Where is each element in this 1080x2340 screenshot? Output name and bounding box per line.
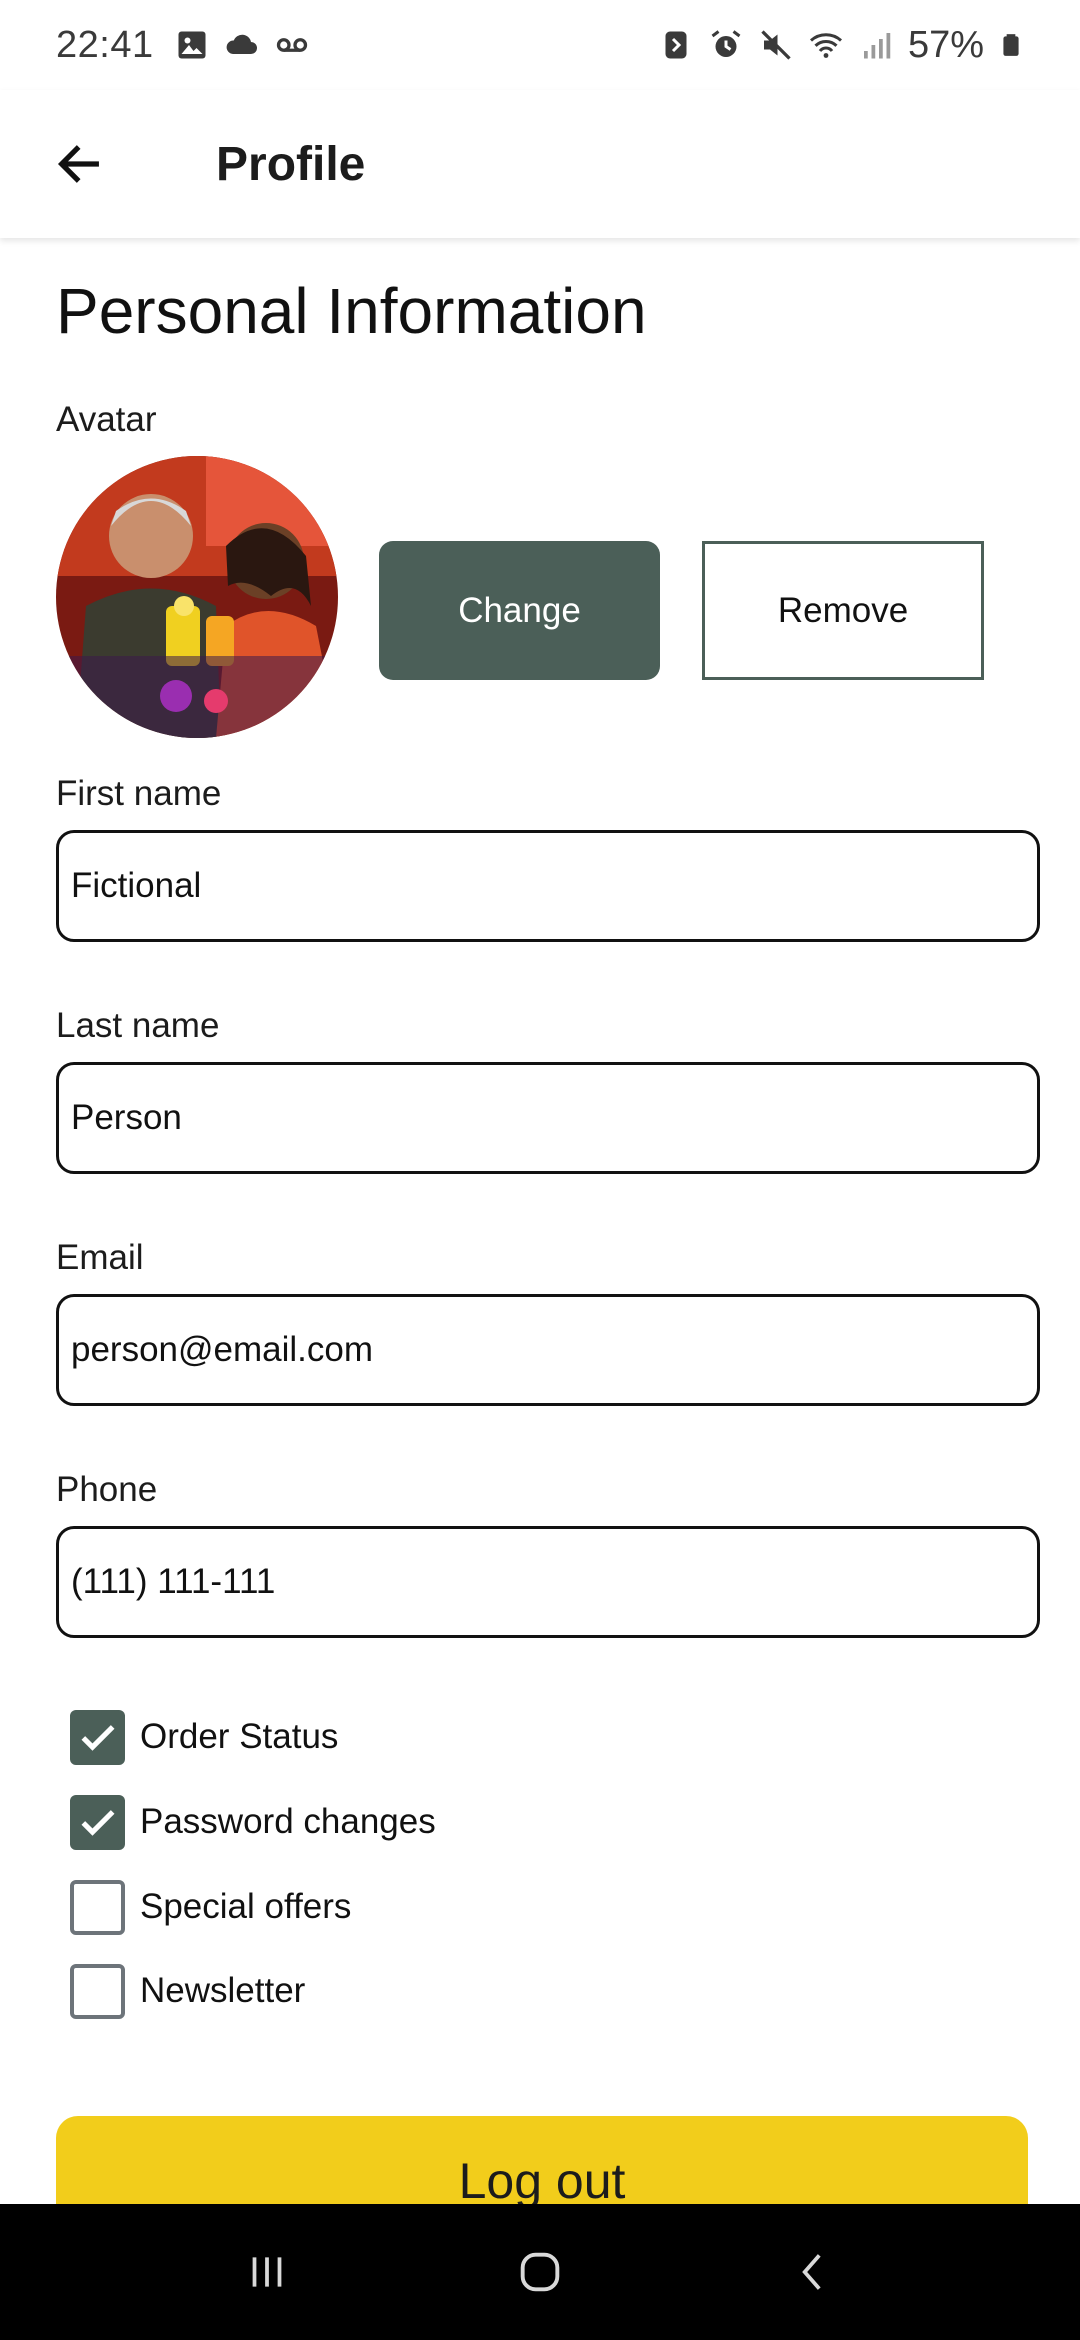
signal-icon xyxy=(863,33,891,59)
battery-percent: 57% xyxy=(907,23,984,66)
checkbox-label: Password changes xyxy=(140,1802,436,1841)
voicemail-icon xyxy=(276,38,307,52)
phone-field[interactable]: (111) 111-111 xyxy=(56,1526,1040,1638)
checkbox-special-offers[interactable]: Special offers xyxy=(70,1877,351,1937)
email-label: Email xyxy=(56,1238,144,1277)
checkbox-box[interactable] xyxy=(70,1709,125,1765)
last-name-field[interactable]: Person xyxy=(56,1062,1040,1174)
change-avatar-button[interactable]: Change xyxy=(379,541,660,680)
recents-icon xyxy=(252,2257,282,2287)
app-bar: Profile xyxy=(0,90,1080,238)
section-title: Personal Information xyxy=(56,275,647,347)
first-name-label: First name xyxy=(56,774,222,813)
avatar-label: Avatar xyxy=(56,400,157,439)
screen: 22:41 57% Profile Personal Information A… xyxy=(0,0,1080,2340)
status-bar: 22:41 57% xyxy=(0,0,1080,90)
battery-icon xyxy=(1003,34,1019,56)
avatar xyxy=(56,456,338,738)
nav-back-button[interactable] xyxy=(768,2227,858,2317)
checkmark-icon xyxy=(81,1725,114,1751)
home-icon xyxy=(520,2252,560,2292)
cloud-icon xyxy=(226,34,257,54)
nfc-icon xyxy=(665,31,687,59)
first-name-field[interactable]: Fictional xyxy=(56,830,1040,942)
mute-icon xyxy=(761,30,791,60)
status-time: 22:41 xyxy=(56,23,154,66)
arrow-left-icon xyxy=(57,145,99,183)
checkbox-box[interactable] xyxy=(70,1879,125,1935)
gallery-icon xyxy=(178,31,206,59)
checkbox-password-changes[interactable]: Password changes xyxy=(70,1792,436,1852)
checkbox-newsletter[interactable]: Newsletter xyxy=(70,1961,305,2021)
checkbox-label: Newsletter xyxy=(140,1971,306,2010)
home-button[interactable] xyxy=(495,2227,585,2317)
alarm-icon xyxy=(711,30,741,57)
checkmark-icon xyxy=(81,1810,114,1836)
avatar-photo xyxy=(56,456,338,738)
status-right: 57% xyxy=(658,24,1024,67)
status-left-icons xyxy=(174,27,310,63)
checkbox-label: Order Status xyxy=(140,1717,339,1756)
back-button[interactable] xyxy=(34,119,124,209)
system-nav-bar xyxy=(0,2204,1080,2340)
checkbox-label: Special offers xyxy=(140,1887,352,1926)
recents-button[interactable] xyxy=(222,2227,312,2317)
wifi-icon xyxy=(809,33,842,58)
email-field[interactable]: person@email.com xyxy=(56,1294,1040,1406)
last-name-label: Last name xyxy=(56,1006,220,1045)
checkbox-box[interactable] xyxy=(70,1963,125,2019)
checkbox-order-status[interactable]: Order Status xyxy=(70,1707,338,1767)
remove-avatar-button[interactable]: Remove xyxy=(702,541,984,680)
nav-back-icon xyxy=(802,2254,821,2290)
checkbox-box[interactable] xyxy=(70,1794,125,1850)
phone-label: Phone xyxy=(56,1470,158,1509)
page-title: Profile xyxy=(216,137,366,191)
